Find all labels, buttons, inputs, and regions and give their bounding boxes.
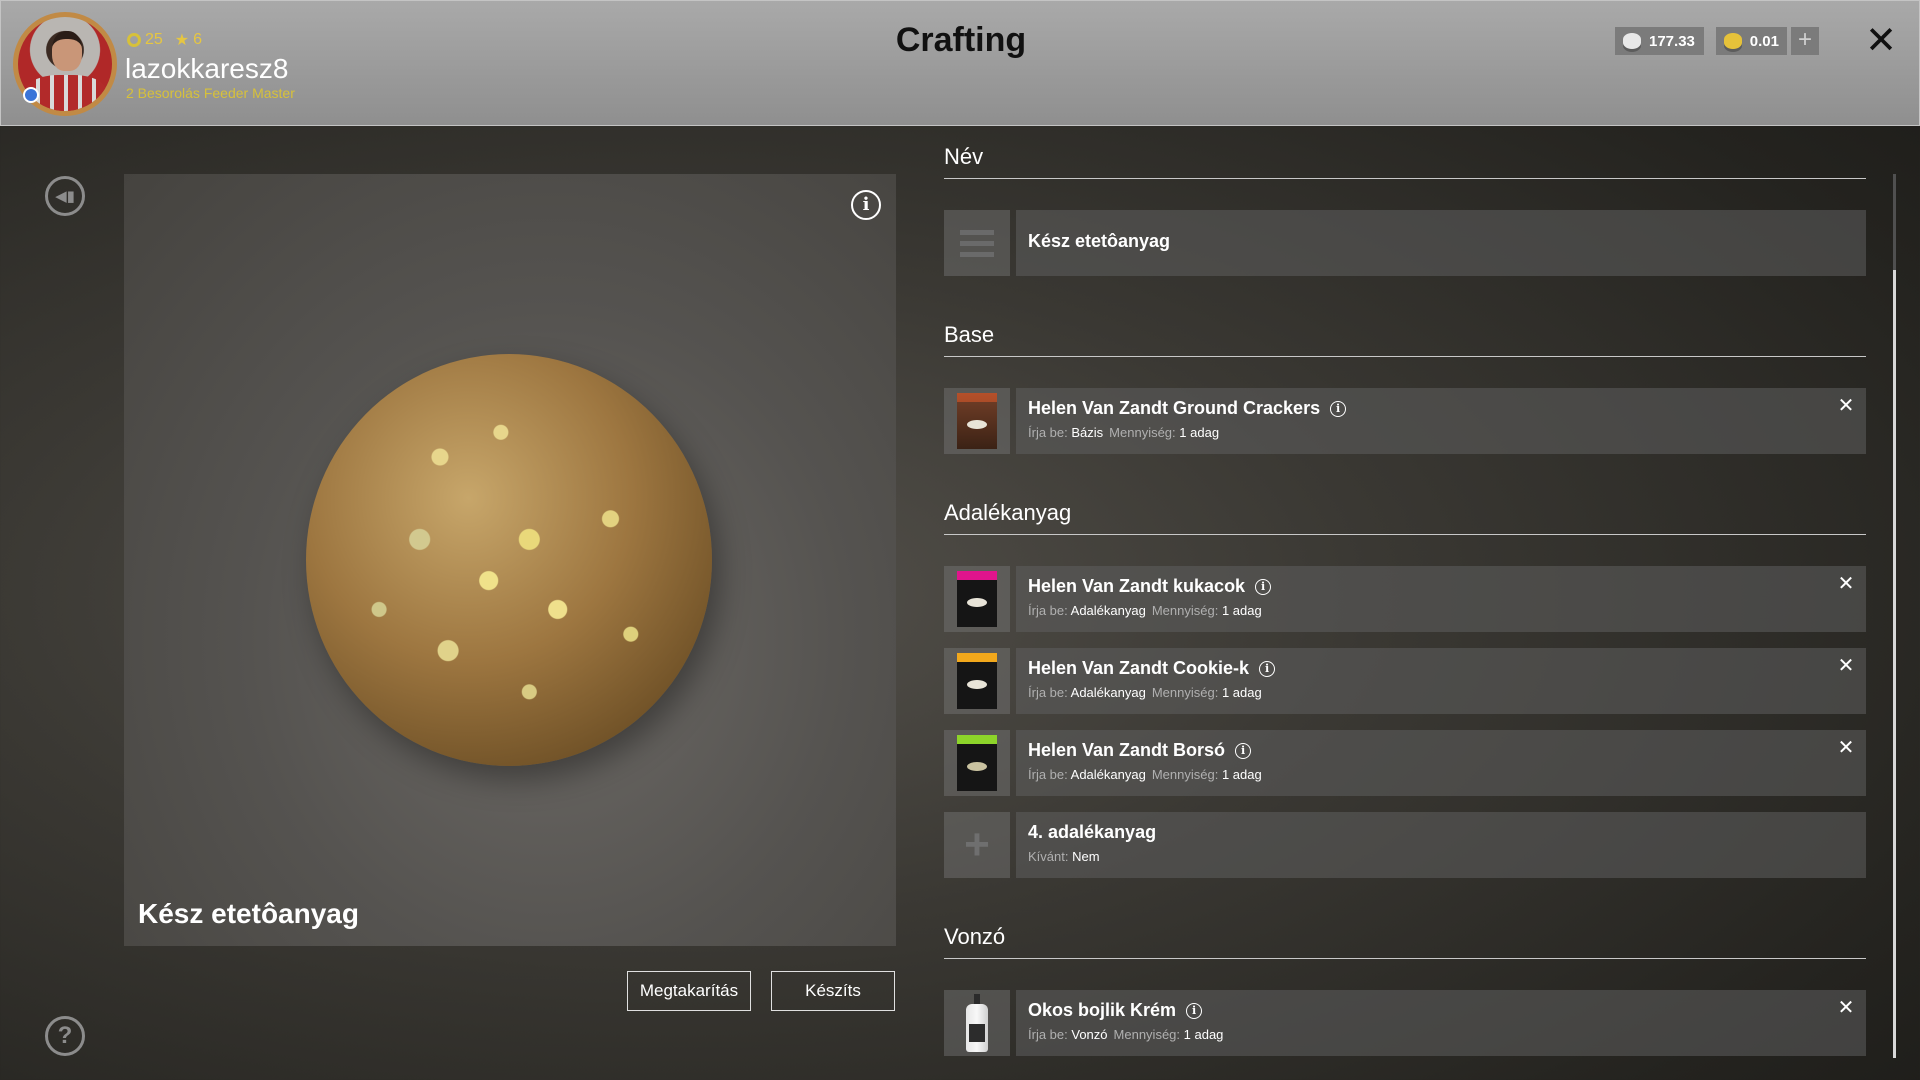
section-title-name: Név	[944, 144, 1866, 179]
ingredient-name: Okos bojlik Krém	[1028, 1000, 1177, 1020]
groundbait-ball-image	[306, 354, 712, 766]
ingredient-name: Helen Van Zandt Cookie-k	[1028, 658, 1250, 678]
type-label: Írja be:	[1028, 425, 1068, 440]
top-bar: 25 ★ 6 lazokkaresz8 2 Besorolás Feeder M…	[0, 0, 1920, 126]
quantity-label: Mennyiség:	[1151, 767, 1219, 782]
name-slot-icon	[944, 210, 1010, 276]
ingredient-slot[interactable]: Helen Van Zandt kukacok i Írja be: Adalék…	[944, 566, 1866, 632]
quantity-label: Mennyiség:	[1113, 1027, 1181, 1042]
back-button[interactable]: ◀▮	[45, 176, 85, 216]
empty-slot-thumb: +	[944, 812, 1010, 878]
ingredient-info-icon[interactable]: i	[1259, 660, 1276, 677]
gold-coin-icon	[1724, 33, 1742, 49]
save-button[interactable]: Megtakarítás	[627, 971, 751, 1011]
ingredient-info-icon[interactable]: i	[1255, 578, 1272, 595]
cookies-package-icon	[957, 653, 997, 709]
info-button[interactable]: i	[851, 190, 881, 220]
craft-button[interactable]: Készíts	[771, 971, 895, 1011]
gold-balance: 0.01	[1716, 27, 1787, 55]
remove-ingredient-button[interactable]: ✕	[1836, 574, 1856, 594]
quantity-label: Mennyiség:	[1109, 425, 1176, 440]
empty-slot-name: 4. adalékanyag	[1028, 822, 1157, 842]
plus-icon: +	[964, 820, 990, 869]
maggots-package-icon	[957, 571, 997, 627]
ingredient-thumb	[944, 648, 1010, 714]
empty-slot-body[interactable]: 4. adalékanyag Kívánt: Nem	[1016, 812, 1866, 878]
cream-bottle-icon	[966, 994, 988, 1052]
ingredient-slot[interactable]: Helen Van Zandt Ground Crackers i Írja be…	[944, 388, 1866, 454]
lines-icon	[960, 229, 994, 257]
required-label: Kívánt:	[1028, 849, 1069, 864]
ingredient-name: Helen Van Zandt Borsó	[1028, 740, 1226, 760]
silver-balance: 177.33	[1615, 27, 1704, 55]
type-label: Írja be:	[1028, 1027, 1068, 1042]
scrollbar-thumb[interactable]	[1893, 270, 1896, 1058]
ingredient-slot[interactable]: Helen Van Zandt Cookie-k i Írja be: Adalé…	[944, 648, 1866, 714]
ingredient-type: Vonzó	[1071, 1027, 1108, 1042]
ingredient-name: Helen Van Zandt Ground Crackers	[1028, 398, 1321, 418]
ingredient-name: Helen Van Zandt kukacok	[1028, 576, 1246, 596]
quantity-label: Mennyiség:	[1151, 685, 1219, 700]
bait-preview-panel: i Kész etetôanyag	[124, 174, 896, 946]
ingredient-slot[interactable]: Okos bojlik Krém i Írja be: Vonzó Mennyisé…	[944, 990, 1866, 1056]
name-slot[interactable]: Kész etetôanyag	[944, 210, 1866, 276]
ingredient-body[interactable]: Helen Van Zandt Cookie-k i Írja be: Adalé…	[1016, 648, 1866, 714]
section-title-base: Base	[944, 322, 1866, 357]
ingredient-slot[interactable]: Helen Van Zandt Borsó i Írja be: Adalékan…	[944, 730, 1866, 796]
remove-ingredient-button[interactable]: ✕	[1836, 396, 1856, 416]
empty-additive-slot[interactable]: + 4. adalékanyag Kívánt: Nem	[944, 812, 1866, 878]
remove-ingredient-button[interactable]: ✕	[1836, 998, 1856, 1018]
peas-package-icon	[957, 735, 997, 791]
section-title-attractor: Vonzó	[944, 924, 1866, 959]
ingredient-thumb	[944, 730, 1010, 796]
help-button[interactable]: ?	[45, 1016, 85, 1056]
platform-badge-icon	[23, 87, 39, 103]
ingredient-body[interactable]: Helen Van Zandt kukacok i Írja be: Adalék…	[1016, 566, 1866, 632]
close-button[interactable]: ✕	[1863, 19, 1899, 63]
ingredient-body[interactable]: Helen Van Zandt Borsó i Írja be: Adalékan…	[1016, 730, 1866, 796]
name-slot-body[interactable]: Kész etetôanyag	[1016, 210, 1866, 276]
add-gold-button[interactable]: +	[1791, 27, 1819, 55]
ingredient-quantity: 1 adag	[1183, 1027, 1224, 1042]
ingredient-body[interactable]: Helen Van Zandt Ground Crackers i Írja be…	[1016, 388, 1866, 454]
ingredient-type: Adalékanyag	[1070, 767, 1146, 782]
ingredient-type: Bázis	[1071, 425, 1104, 440]
type-label: Írja be:	[1028, 603, 1068, 618]
ingredient-info-icon[interactable]: i	[1186, 1002, 1203, 1019]
back-arrow-icon: ◀▮	[55, 188, 75, 205]
ingredient-thumb	[944, 566, 1010, 632]
question-icon: ?	[57, 1022, 73, 1049]
ingredient-quantity: 1 adag	[1221, 767, 1262, 782]
ingredients-scrollbar[interactable]	[1893, 174, 1896, 1058]
ingredient-thumb	[944, 990, 1010, 1056]
silver-amount: 177.33	[1649, 32, 1695, 50]
quantity-label: Mennyiség:	[1151, 603, 1219, 618]
preview-bait-name: Kész etetôanyag	[138, 898, 359, 929]
type-label: Írja be:	[1028, 767, 1068, 782]
ingredient-type: Adalékanyag	[1070, 685, 1146, 700]
crackers-package-icon	[957, 393, 997, 449]
silver-coin-icon	[1623, 33, 1641, 49]
type-label: Írja be:	[1028, 685, 1068, 700]
gold-amount: 0.01	[1749, 32, 1779, 50]
remove-ingredient-button[interactable]: ✕	[1836, 656, 1856, 676]
ingredient-quantity: 1 adag	[1221, 685, 1262, 700]
section-title-additive: Adalékanyag	[944, 500, 1866, 535]
ingredient-info-icon[interactable]: i	[1330, 400, 1347, 417]
ingredient-type: Adalékanyag	[1070, 603, 1146, 618]
ingredient-thumb	[944, 388, 1010, 454]
ingredient-body[interactable]: Okos bojlik Krém i Írja be: Vonzó Mennyisé…	[1016, 990, 1866, 1056]
ingredient-quantity: 1 adag	[1221, 603, 1262, 618]
remove-ingredient-button[interactable]: ✕	[1836, 738, 1856, 758]
ingredient-quantity: 1 adag	[1179, 425, 1220, 440]
bait-name-value: Kész etetôanyag	[1028, 231, 1171, 251]
ingredient-info-icon[interactable]: i	[1235, 742, 1252, 759]
required-value: Nem	[1072, 849, 1100, 864]
player-rank: 2 Besorolás Feeder Master	[126, 85, 295, 101]
